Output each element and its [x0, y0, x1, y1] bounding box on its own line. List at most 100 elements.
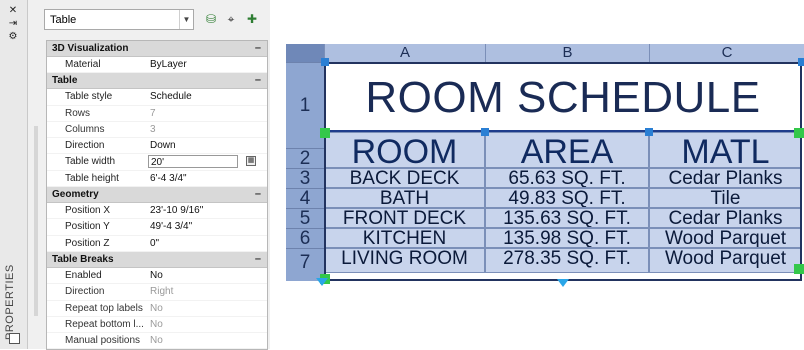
select-objects-icon[interactable]: ⌖	[224, 12, 238, 26]
property-row[interactable]: Enabled No	[47, 268, 267, 285]
category-label: 3D Visualization	[52, 43, 129, 54]
heading-cell-matl[interactable]: MATL	[649, 132, 802, 168]
table-cell[interactable]: KITCHEN	[324, 228, 485, 248]
table-cell[interactable]: FRONT DECK	[324, 208, 485, 228]
property-value[interactable]: 23'-10 9/16"	[150, 203, 203, 218]
quick-select-icon[interactable]: ⛁	[204, 12, 218, 26]
table-cell[interactable]: 49.83 SQ. FT.	[485, 188, 649, 208]
heading-cell-area[interactable]: AREA	[485, 132, 649, 168]
table-cell[interactable]: BATH	[324, 188, 485, 208]
property-value[interactable]: Down	[150, 138, 176, 153]
property-value[interactable]: 6'-4 3/4"	[150, 171, 187, 186]
property-row[interactable]: Position X 23'-10 9/16"	[47, 203, 267, 220]
property-value[interactable]: 20'	[151, 155, 164, 170]
table-cell[interactable]: 278.35 SQ. FT.	[485, 248, 649, 273]
property-name: Columns	[65, 123, 105, 135]
row-header-1[interactable]: 1	[286, 62, 324, 148]
table-cell[interactable]: Wood Parquet	[649, 248, 802, 273]
property-row[interactable]: Manual positions No	[47, 333, 267, 350]
collapse-icon[interactable]: –	[255, 41, 261, 56]
column-header-c[interactable]: C	[649, 44, 804, 62]
table-corner-header[interactable]	[286, 44, 324, 62]
palette-scrollbar[interactable]	[34, 126, 38, 316]
row-header-5[interactable]: 5	[286, 208, 324, 229]
palette-title: PROPERTIES	[4, 264, 16, 340]
property-row[interactable]: Repeat bottom l... No	[47, 317, 267, 334]
palette-icon[interactable]	[9, 333, 20, 344]
row-header-4[interactable]: 4	[286, 188, 324, 209]
grip-table-width-right[interactable]	[794, 128, 804, 138]
property-row[interactable]: Direction Right	[47, 284, 267, 301]
property-value[interactable]: 49'-4 3/4"	[150, 219, 192, 234]
table-cell[interactable]: Tile	[649, 188, 802, 208]
heading-cell-room[interactable]: ROOM	[324, 132, 485, 168]
object-type-value: Table	[50, 14, 77, 26]
grip-table-width-left[interactable]	[320, 128, 330, 138]
table-cell[interactable]: LIVING ROOM	[324, 248, 485, 273]
grip-top-left[interactable]	[321, 58, 329, 66]
property-row[interactable]: Repeat top labels No	[47, 301, 267, 317]
table-cell[interactable]: Cedar Planks	[649, 208, 802, 228]
property-row[interactable]: Rows 7	[47, 106, 267, 122]
palette-content: Table ▼ ⛁ ⌖ ✚ 3D Visualization – Material B…	[41, 0, 268, 350]
category-label: Geometry	[52, 189, 99, 201]
collapse-icon[interactable]: –	[255, 73, 261, 88]
row-header-3[interactable]: 3	[286, 168, 324, 189]
grip-column-c[interactable]	[645, 128, 653, 136]
category-3d-visualization[interactable]: 3D Visualization –	[47, 41, 267, 57]
column-header-a[interactable]: A	[324, 44, 485, 62]
property-name: Table width	[65, 156, 116, 168]
row-header-7[interactable]: 7	[286, 248, 324, 281]
table-cell[interactable]: 65.63 SQ. FT.	[485, 168, 649, 188]
property-row[interactable]: Position Y 49'-4 3/4"	[47, 219, 267, 236]
table-break-arrow-left[interactable]	[316, 278, 328, 286]
property-value[interactable]: 0"	[150, 236, 159, 251]
property-row[interactable]: Position Z 0"	[47, 236, 267, 252]
properties-palette: ✕ ⇥ ⚙ PROPERTIES Table ▼ ⛁ ⌖ ✚ 3D Visual…	[0, 0, 270, 350]
collapse-icon[interactable]: –	[255, 252, 261, 267]
close-icon[interactable]: ✕	[7, 6, 19, 16]
property-value[interactable]: Schedule	[150, 89, 192, 104]
property-name: Table style	[65, 91, 113, 103]
table-cell[interactable]: Wood Parquet	[649, 228, 802, 248]
category-table-breaks[interactable]: Table Breaks –	[47, 251, 267, 268]
table-break-arrow-bottom[interactable]	[557, 279, 569, 287]
table-cell[interactable]: BACK DECK	[324, 168, 485, 188]
property-row[interactable]: Direction Down	[47, 138, 267, 155]
property-row[interactable]: Columns 3	[47, 122, 267, 139]
table-cell[interactable]: 135.98 SQ. FT.	[485, 228, 649, 248]
grip-bottom-right[interactable]	[794, 264, 804, 274]
category-geometry[interactable]: Geometry –	[47, 187, 267, 204]
property-row[interactable]: Table height 6'-4 3/4"	[47, 171, 267, 188]
property-name: Position Z	[65, 237, 110, 249]
property-name: Enabled	[65, 269, 102, 281]
property-row[interactable]: Table style Schedule	[47, 89, 267, 106]
table-cell[interactable]: Cedar Planks	[649, 168, 802, 188]
property-value: No	[150, 318, 163, 330]
toggle-pickadd-icon[interactable]: ✚	[245, 12, 259, 26]
category-table[interactable]: Table –	[47, 73, 267, 90]
property-value[interactable]: ByLayer	[150, 57, 187, 72]
row-header-2[interactable]: 2	[286, 148, 324, 169]
category-label: Table Breaks	[52, 253, 114, 265]
chevron-down-icon[interactable]: ▼	[179, 10, 193, 29]
table-width-input[interactable]: 20'	[148, 155, 238, 170]
collapse-icon[interactable]: –	[255, 187, 261, 202]
property-row[interactable]: Table width 20' ▦	[47, 154, 267, 171]
table-cell[interactable]: 135.63 SQ. FT.	[485, 208, 649, 228]
object-type-dropdown[interactable]: Table ▼	[44, 9, 194, 30]
drawing-area[interactable]: A B C 1 2 3 4 5 6 7 ROOM SCHEDULE ROOM A…	[286, 44, 804, 287]
row-header-6[interactable]: 6	[286, 228, 324, 249]
grip-top-right[interactable]	[798, 58, 804, 66]
column-header-b[interactable]: B	[485, 44, 649, 62]
calculator-icon[interactable]: ▦	[246, 156, 256, 167]
property-value[interactable]: No	[150, 268, 163, 283]
property-name: Direction	[65, 286, 105, 298]
table-title-cell[interactable]: ROOM SCHEDULE	[324, 62, 802, 132]
options-icon[interactable]: ⚙	[7, 32, 19, 42]
auto-hide-icon[interactable]: ⇥	[7, 19, 19, 29]
property-row[interactable]: Material ByLayer	[47, 57, 267, 74]
grip-column-b[interactable]	[481, 128, 489, 136]
room-schedule-table[interactable]: A B C 1 2 3 4 5 6 7 ROOM SCHEDULE ROOM A…	[286, 44, 804, 287]
property-name: Repeat top labels	[65, 302, 143, 314]
